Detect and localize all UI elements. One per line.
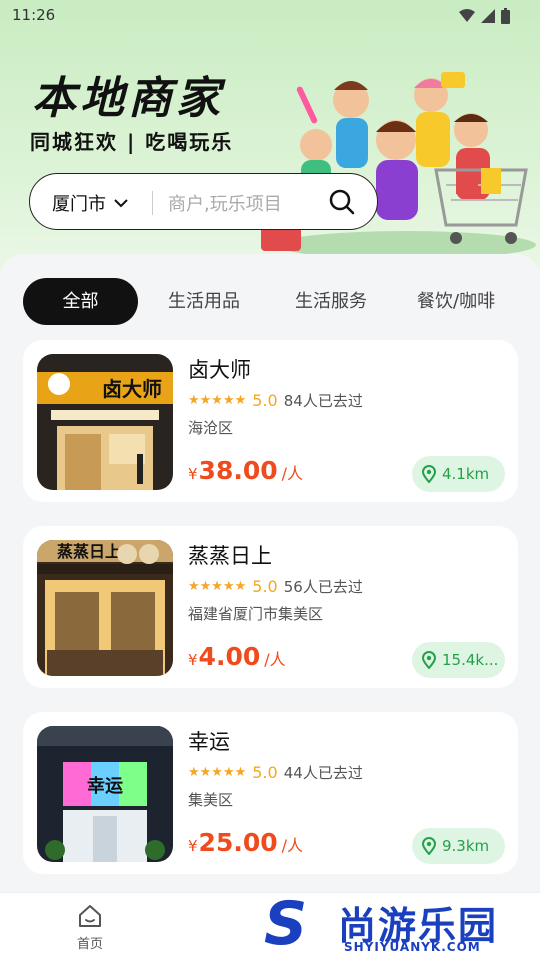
sign-text: 卤大师 bbox=[102, 377, 162, 401]
merchant-area: 海沧区 bbox=[188, 419, 234, 437]
city-label: 厦门市 bbox=[52, 194, 106, 215]
merchant-card[interactable]: 卤大师 卤大师 ★★★★★ 5.0 84人已去过 海沧区 ¥ 38.00 /人 … bbox=[23, 340, 518, 502]
sign-text: 幸运 bbox=[87, 775, 123, 797]
price-unit: /人 bbox=[281, 464, 304, 483]
tab-life-services[interactable]: 生活服务 bbox=[295, 278, 367, 325]
wifi-icon bbox=[459, 9, 475, 22]
merchant-price: ¥ 4.00 /人 bbox=[188, 642, 286, 671]
star-rating-icon: ★★★★★ bbox=[188, 579, 247, 594]
location-pin-icon bbox=[422, 837, 436, 855]
page-title: 本地商家 bbox=[32, 73, 224, 124]
merchant-area: 福建省厦门市集美区 bbox=[188, 605, 324, 623]
merchant-area: 集美区 bbox=[188, 791, 234, 809]
battery-icon bbox=[501, 8, 510, 24]
visit-count: 56人已去过 bbox=[283, 578, 363, 596]
nav-home[interactable]: 首页 bbox=[68, 903, 112, 952]
distance-badge: 4.1km bbox=[412, 456, 505, 492]
tab-food-coffee[interactable]: 餐饮/咖啡 bbox=[417, 278, 495, 325]
city-selector[interactable]: 厦门市 bbox=[52, 190, 128, 216]
merchant-price: ¥ 25.00 /人 bbox=[188, 828, 303, 857]
merchant-name: 幸运 bbox=[188, 730, 230, 754]
star-rating-icon: ★★★★★ bbox=[188, 393, 247, 408]
currency-symbol: ¥ bbox=[188, 465, 198, 483]
merchant-name: 蒸蒸日上 bbox=[188, 544, 272, 568]
distance-badge: 15.4k... bbox=[412, 642, 505, 678]
currency-symbol: ¥ bbox=[188, 651, 198, 669]
price-value: 38.00 bbox=[198, 456, 278, 485]
search-input[interactable]: 商户,玩乐项目 bbox=[168, 190, 282, 216]
watermark-s: S bbox=[264, 889, 308, 959]
rating-score: 5.0 bbox=[252, 391, 278, 410]
search-divider bbox=[152, 191, 153, 215]
distance-text: 4.1km bbox=[442, 465, 490, 483]
sign-text: 蒸蒸日上 bbox=[57, 542, 121, 561]
rating-score: 5.0 bbox=[252, 577, 278, 596]
tab-daily-goods[interactable]: 生活用品 bbox=[168, 278, 240, 325]
merchant-photo: 蒸蒸日上 bbox=[37, 540, 173, 676]
rating-score: 5.0 bbox=[252, 763, 278, 782]
merchant-rating: ★★★★★ 5.0 84人已去过 bbox=[188, 390, 363, 411]
merchant-photo: 幸运 bbox=[37, 726, 173, 862]
price-unit: /人 bbox=[264, 650, 286, 669]
distance-text: 9.3km bbox=[442, 837, 490, 855]
merchant-name: 卤大师 bbox=[188, 358, 251, 382]
shoppers-illustration bbox=[261, 72, 536, 259]
search-icon[interactable] bbox=[326, 186, 358, 218]
price-unit: /人 bbox=[281, 836, 304, 855]
price-value: 4.00 bbox=[198, 642, 261, 671]
status-icons bbox=[459, 8, 510, 24]
chevron-down-icon bbox=[114, 199, 128, 208]
status-bar: 11:26 bbox=[0, 0, 540, 32]
visit-count: 44人已去过 bbox=[283, 764, 363, 782]
page-subtitle: 同城狂欢 | 吃喝玩乐 bbox=[30, 130, 234, 154]
merchant-rating: ★★★★★ 5.0 44人已去过 bbox=[188, 762, 363, 783]
watermark-logo: S 尚游乐园 SHYIYUANYK.COM bbox=[258, 893, 540, 960]
distance-badge: 9.3km bbox=[412, 828, 505, 864]
home-icon bbox=[79, 905, 101, 927]
merchant-card[interactable]: 蒸蒸日上 蒸蒸日上 ★★★★★ 5.0 56人已去过 福建省厦门市集美区 ¥ 4… bbox=[23, 526, 518, 688]
tab-all[interactable]: 全部 bbox=[23, 278, 138, 325]
status-time: 11:26 bbox=[12, 6, 56, 24]
nav-home-label: 首页 bbox=[76, 937, 103, 952]
category-tabs: 全部 生活用品 生活服务 餐饮/咖啡 bbox=[23, 278, 540, 326]
star-rating-icon: ★★★★★ bbox=[188, 765, 247, 780]
location-pin-icon bbox=[422, 465, 436, 483]
merchant-card[interactable]: 幸运 幸运 ★★★★★ 5.0 44人已去过 集美区 ¥ 25.00 /人 9.… bbox=[23, 712, 518, 874]
search-bar[interactable]: 厦门市 商户,玩乐项目 bbox=[29, 173, 378, 230]
location-pin-icon bbox=[422, 651, 436, 669]
visit-count: 84人已去过 bbox=[283, 392, 363, 410]
merchant-rating: ★★★★★ 5.0 56人已去过 bbox=[188, 576, 363, 597]
signal-icon bbox=[481, 9, 495, 23]
merchant-photo: 卤大师 bbox=[37, 354, 173, 490]
currency-symbol: ¥ bbox=[188, 837, 198, 855]
price-value: 25.00 bbox=[198, 828, 278, 857]
merchant-price: ¥ 38.00 /人 bbox=[188, 456, 303, 485]
watermark-en: SHYIYUANYK.COM bbox=[344, 940, 481, 954]
distance-text: 15.4k... bbox=[442, 651, 499, 669]
